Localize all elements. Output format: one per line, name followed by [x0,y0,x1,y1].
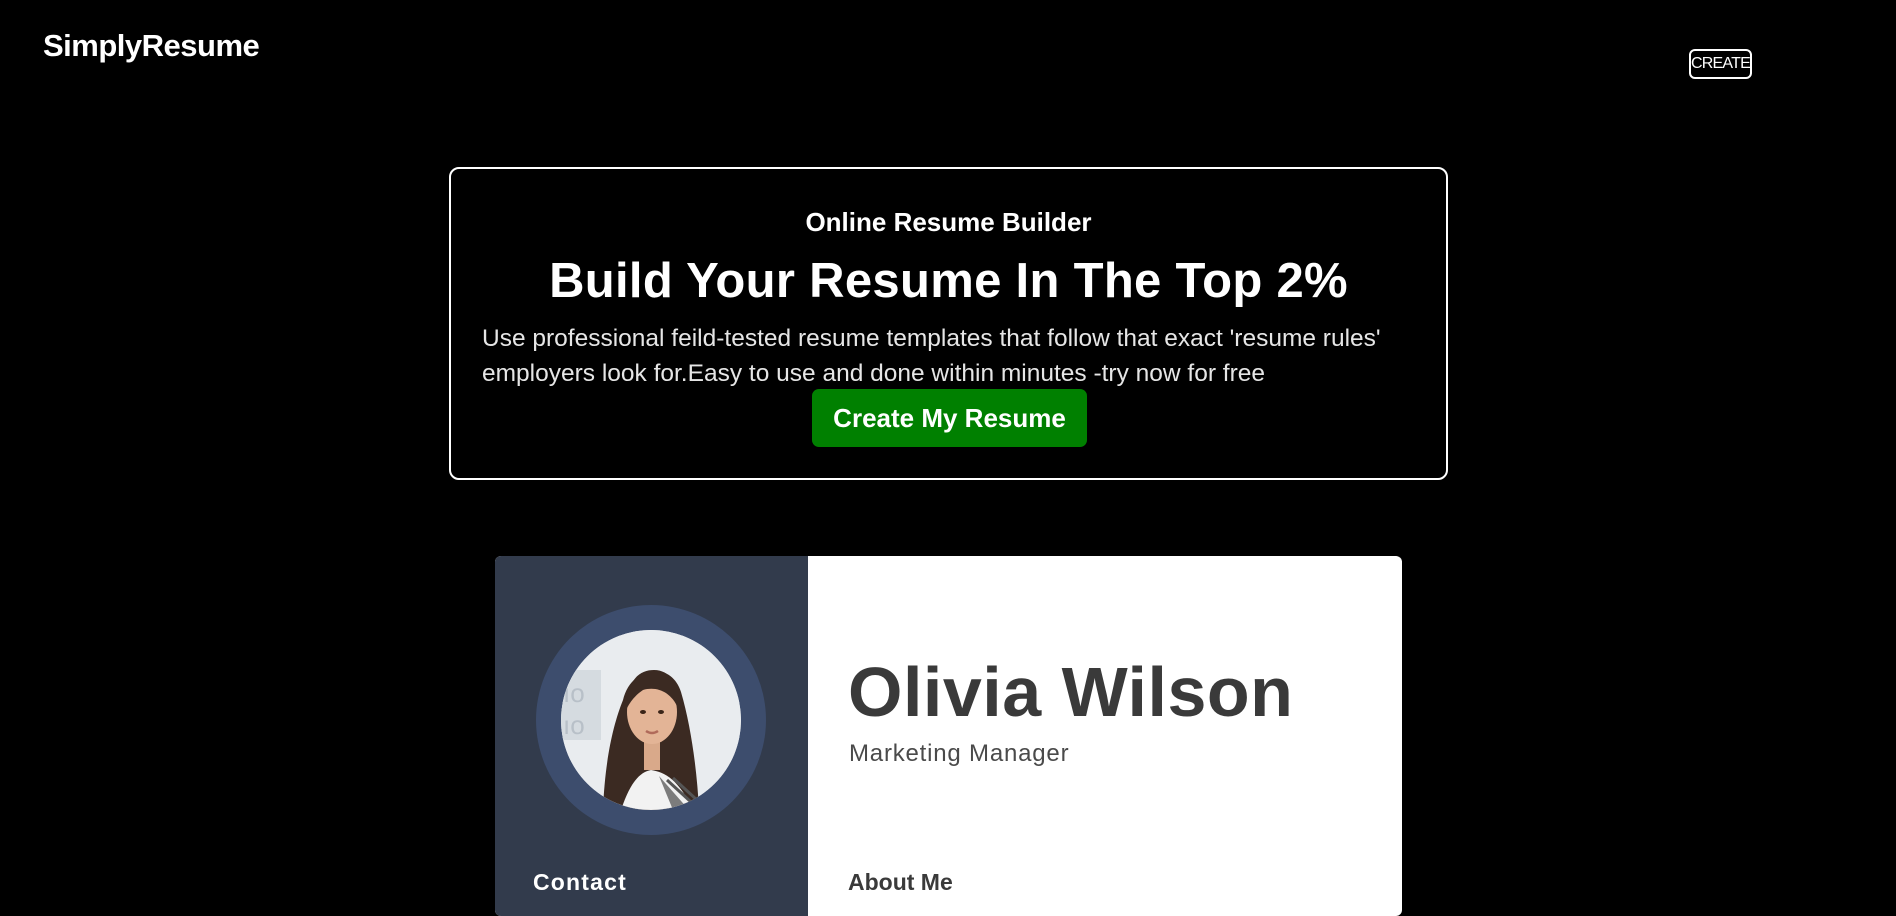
profile-photo: ıo ıo [561,630,741,810]
about-me-heading: About Me [848,869,953,895]
create-nav-button[interactable]: CREATE [1689,49,1752,79]
create-my-resume-button[interactable]: Create My Resume [812,389,1087,447]
svg-text:ıo: ıo [563,710,585,740]
resume-sidebar: ıo ıo Contact [495,556,808,916]
hero-title: Build Your Resume In The Top 2% [549,254,1348,308]
avatar-ring: ıo ıo [536,605,766,835]
hero-description: Use professional feild-tested resume tem… [482,325,1381,387]
svg-text:ıo: ıo [563,678,585,708]
contact-heading: Contact [533,869,628,895]
hero-card: Online Resume Builder Build Your Resume … [449,167,1448,480]
site-logo[interactable]: SimplyResume [43,28,260,64]
hero-subtitle: Online Resume Builder [805,207,1092,237]
resume-role: Marketing Manager [849,740,1070,767]
resume-name: Olivia Wilson [848,653,1294,731]
resume-template-preview[interactable]: ıo ıo Contact Olivia Wilson Marketing Ma… [495,556,1402,916]
